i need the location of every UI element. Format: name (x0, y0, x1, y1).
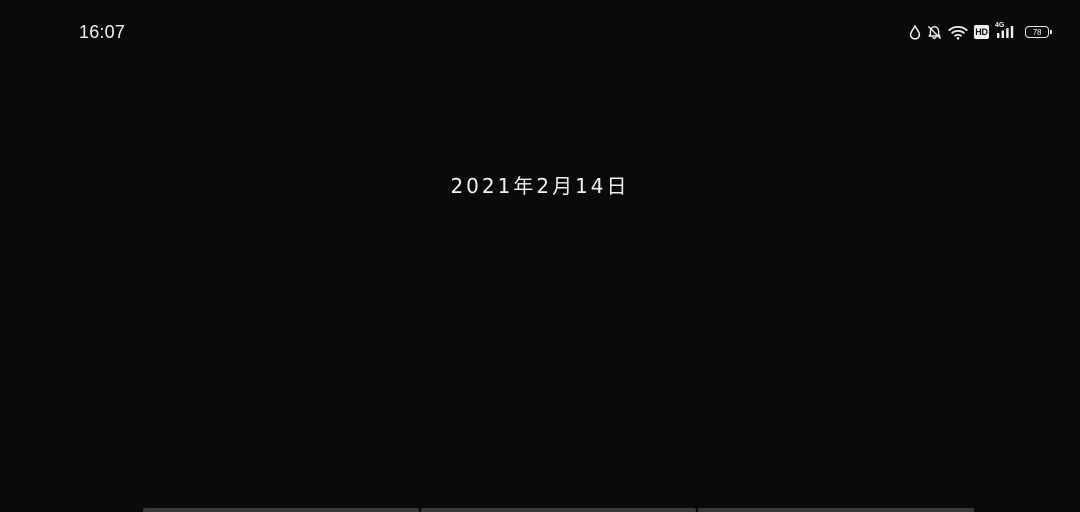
bottom-tab-2[interactable] (420, 508, 697, 512)
bottom-tab-3[interactable] (698, 508, 975, 512)
status-clock: 16:07 (79, 22, 126, 42)
signal-icon: 4G (995, 22, 1017, 41)
bottom-tab-strip (143, 508, 975, 512)
hd-icon: HD (974, 25, 989, 39)
battery-level: 78 (1032, 27, 1042, 37)
status-icons: HD 4G 78 (909, 22, 1052, 42)
status-bar: 16:07 HD 4G 78 (0, 0, 1080, 60)
wifi-icon (948, 25, 968, 40)
bottom-tab-1[interactable] (143, 508, 419, 512)
battery-icon: 78 (1025, 26, 1052, 38)
date-label: 2021年2月14日 (450, 174, 630, 198)
droplet-icon (909, 24, 921, 40)
bell-off-icon (927, 25, 942, 40)
